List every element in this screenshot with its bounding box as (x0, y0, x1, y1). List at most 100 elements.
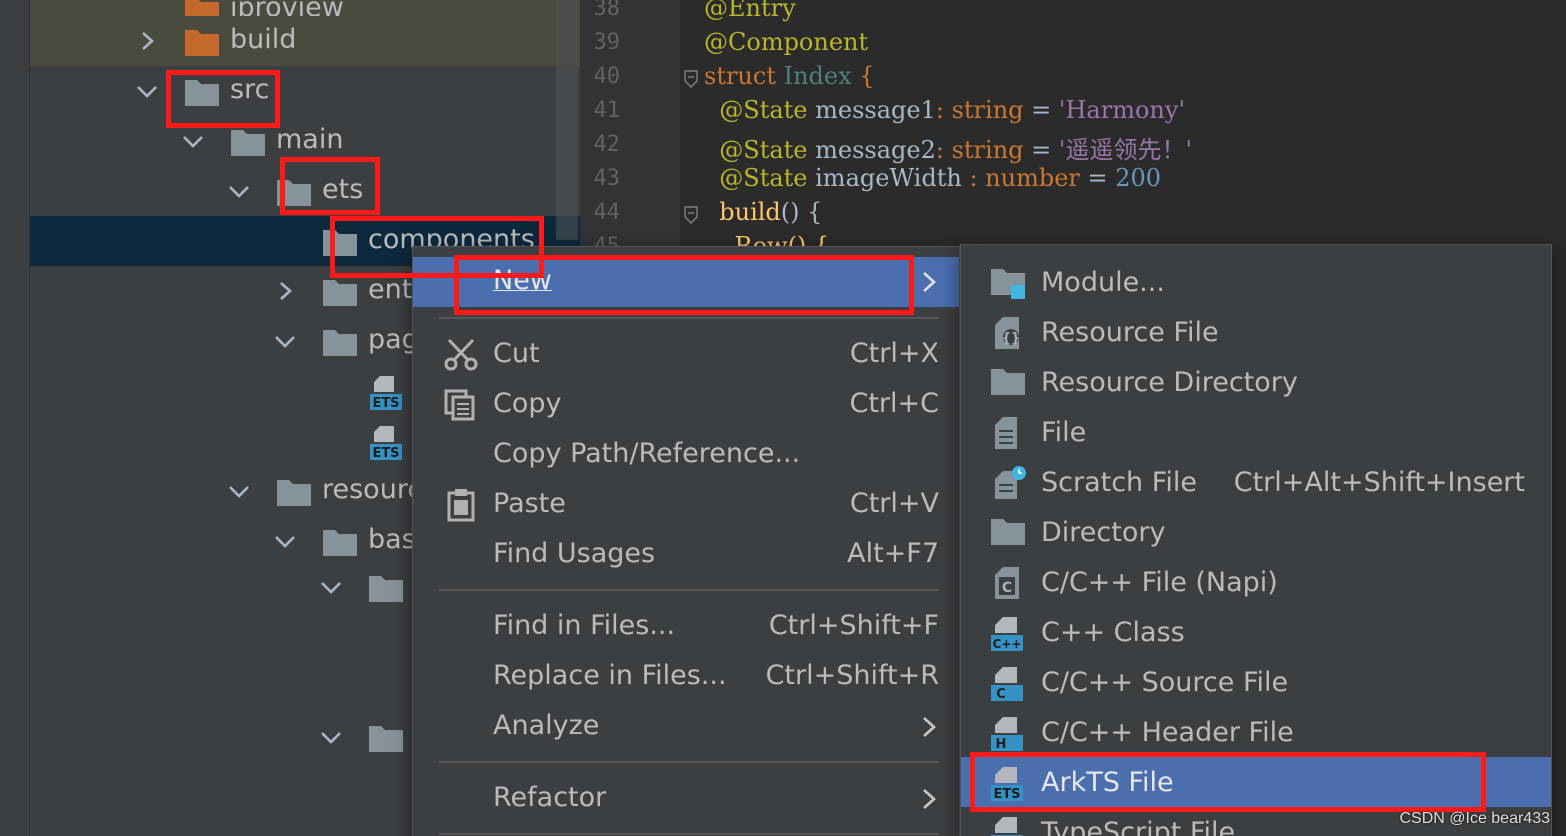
menu-item-replace-in-files[interactable]: Replace in Files... Ctrl+Shift+R (413, 652, 959, 702)
menu-item-label: New (493, 265, 552, 296)
menu-item-shortcut: Ctrl+X (849, 338, 939, 369)
chevron-right-icon (919, 270, 939, 294)
tree-item-label: src (230, 74, 270, 105)
submenu-item-c-file-napi[interactable]: C C/C++ File (Napi) (961, 557, 1551, 607)
tree-item-main[interactable]: main (30, 116, 580, 166)
line-number: 44 (593, 200, 621, 225)
chevron-down-icon[interactable] (228, 480, 250, 502)
cpp-class-icon: C++ (989, 615, 1027, 651)
menu-separator (439, 589, 939, 591)
ets-file-icon: ETS (368, 374, 404, 411)
svg-text:C: C (1002, 580, 1012, 596)
folder-icon (322, 524, 358, 558)
c-header-icon: H (989, 715, 1027, 752)
code-line[interactable]: @Component (704, 28, 868, 56)
resource-file-icon: {} (989, 315, 1027, 351)
menu-item-label: Cut (493, 338, 540, 369)
chevron-down-icon[interactable] (136, 80, 158, 102)
fold-marker-icon[interactable] (684, 70, 698, 89)
menu-item-new[interactable]: New (413, 257, 959, 307)
module-icon (989, 265, 1027, 301)
svg-text:ETS: ETS (372, 396, 399, 411)
folder-icon (368, 720, 404, 754)
menu-item-label: Paste (493, 488, 566, 519)
code-line[interactable]: build() { (704, 198, 822, 226)
submenu-item-label: Scratch File (1041, 467, 1197, 498)
submenu-item-file[interactable]: File (961, 407, 1551, 457)
code-token: imageWidth (807, 164, 970, 192)
tree-item-build[interactable]: build (30, 16, 580, 66)
menu-item-analyze[interactable]: Analyze (413, 702, 959, 752)
tree-item-src[interactable]: src (30, 66, 580, 116)
chevron-right-icon[interactable] (136, 30, 158, 52)
code-line[interactable]: @Entry (704, 0, 796, 22)
menu-item-shortcut: Alt+F7 (847, 538, 939, 569)
submenu-item-resource-file[interactable]: {} Resource File (961, 307, 1551, 357)
code-token: = (1079, 164, 1116, 192)
tool-window-strip (0, 0, 30, 836)
code-line[interactable]: @State message2: string = '遥遥领先！' (704, 130, 1192, 165)
chevron-down-icon[interactable] (274, 330, 296, 352)
code-token: : (935, 96, 952, 124)
code-line[interactable]: struct Index { (704, 62, 875, 90)
code-token: @Component (704, 28, 869, 56)
line-number: 40 (593, 64, 621, 89)
chevron-down-icon[interactable] (182, 130, 204, 152)
tree-item-ets[interactable]: ets (30, 166, 580, 216)
code-line[interactable]: @State message1: string = 'Harmony' (704, 96, 1185, 124)
chevron-down-icon[interactable] (320, 576, 342, 598)
submenu-item-directory[interactable]: Directory (961, 507, 1551, 557)
folder-icon (230, 124, 266, 158)
fold-marker-icon[interactable] (684, 206, 698, 225)
folder-orange-icon (184, 24, 220, 58)
tree-scrollbar[interactable] (556, 0, 578, 240)
menu-separator (439, 317, 939, 319)
chevron-down-icon[interactable] (274, 530, 296, 552)
submenu-item-resource-directory[interactable]: Resource Directory (961, 357, 1551, 407)
submenu-item-c-source-file[interactable]: C C/C++ Source File (961, 657, 1551, 707)
menu-item-paste[interactable]: Paste Ctrl+V (413, 480, 959, 530)
chevron-down-icon[interactable] (320, 726, 342, 748)
menu-item-label: Replace in Files... (493, 660, 727, 691)
submenu-item-c-header-file[interactable]: H C/C++ Header File (961, 707, 1551, 757)
submenu-item-shortcut: Ctrl+Alt+Shift+Insert (1233, 467, 1525, 498)
submenu-item-label: File (1041, 417, 1087, 448)
code-line[interactable]: @State imageWidth : number = 200 (704, 164, 1161, 192)
ets-file-icon: ETS (368, 424, 404, 461)
svg-text:ETS: ETS (993, 787, 1020, 802)
tree-item-label: bas (368, 524, 416, 555)
submenu-item-cpp-class[interactable]: C++ C++ Class (961, 607, 1551, 657)
menu-item-find-in-files[interactable]: Find in Files... Ctrl+Shift+F (413, 602, 959, 652)
code-token: @State (704, 164, 808, 192)
submenu-item-scratch-file[interactable]: Scratch File Ctrl+Alt+Shift+Insert (961, 457, 1551, 507)
code-token: string (951, 136, 1024, 164)
code-token: : (969, 164, 986, 192)
chevron-right-icon[interactable] (274, 280, 296, 302)
submenu-item-label: Resource File (1041, 317, 1219, 348)
tree-item-label: build (230, 24, 297, 55)
c-source-icon: C (989, 665, 1027, 702)
menu-item-refactor[interactable]: Refactor (413, 774, 959, 824)
menu-item-find-usages[interactable]: Find Usages Alt+F7 (413, 530, 959, 580)
code-token: { (851, 62, 875, 90)
code-token: = (1023, 136, 1059, 164)
submenu-item-module[interactable]: Module... (961, 257, 1551, 307)
svg-text:H: H (996, 737, 1007, 752)
tree-item-label: ent (368, 274, 413, 305)
menu-item-cut[interactable]: Cut Ctrl+X (413, 330, 959, 380)
menu-item-copy-path[interactable]: Copy Path/Reference... (413, 430, 959, 480)
menu-item-copy[interactable]: Copy Ctrl+C (413, 380, 959, 430)
menu-item-shortcut: Ctrl+Shift+F (768, 610, 939, 641)
submenu-item-label: Resource Directory (1041, 367, 1298, 398)
code-token: () { (780, 198, 823, 226)
submenu-item-label: Module... (1041, 267, 1165, 298)
chevron-down-icon[interactable] (228, 180, 250, 202)
svg-text:C: C (996, 687, 1006, 702)
submenu-item-arkts-file[interactable]: ETS ArkTS File (961, 757, 1551, 807)
folder-icon (989, 515, 1027, 551)
tree-item-label: resourc (322, 474, 423, 505)
code-token: string (951, 96, 1024, 124)
menu-item-label: Find in Files... (493, 610, 676, 641)
code-token: 200 (1115, 164, 1162, 192)
line-number: 39 (593, 30, 621, 55)
